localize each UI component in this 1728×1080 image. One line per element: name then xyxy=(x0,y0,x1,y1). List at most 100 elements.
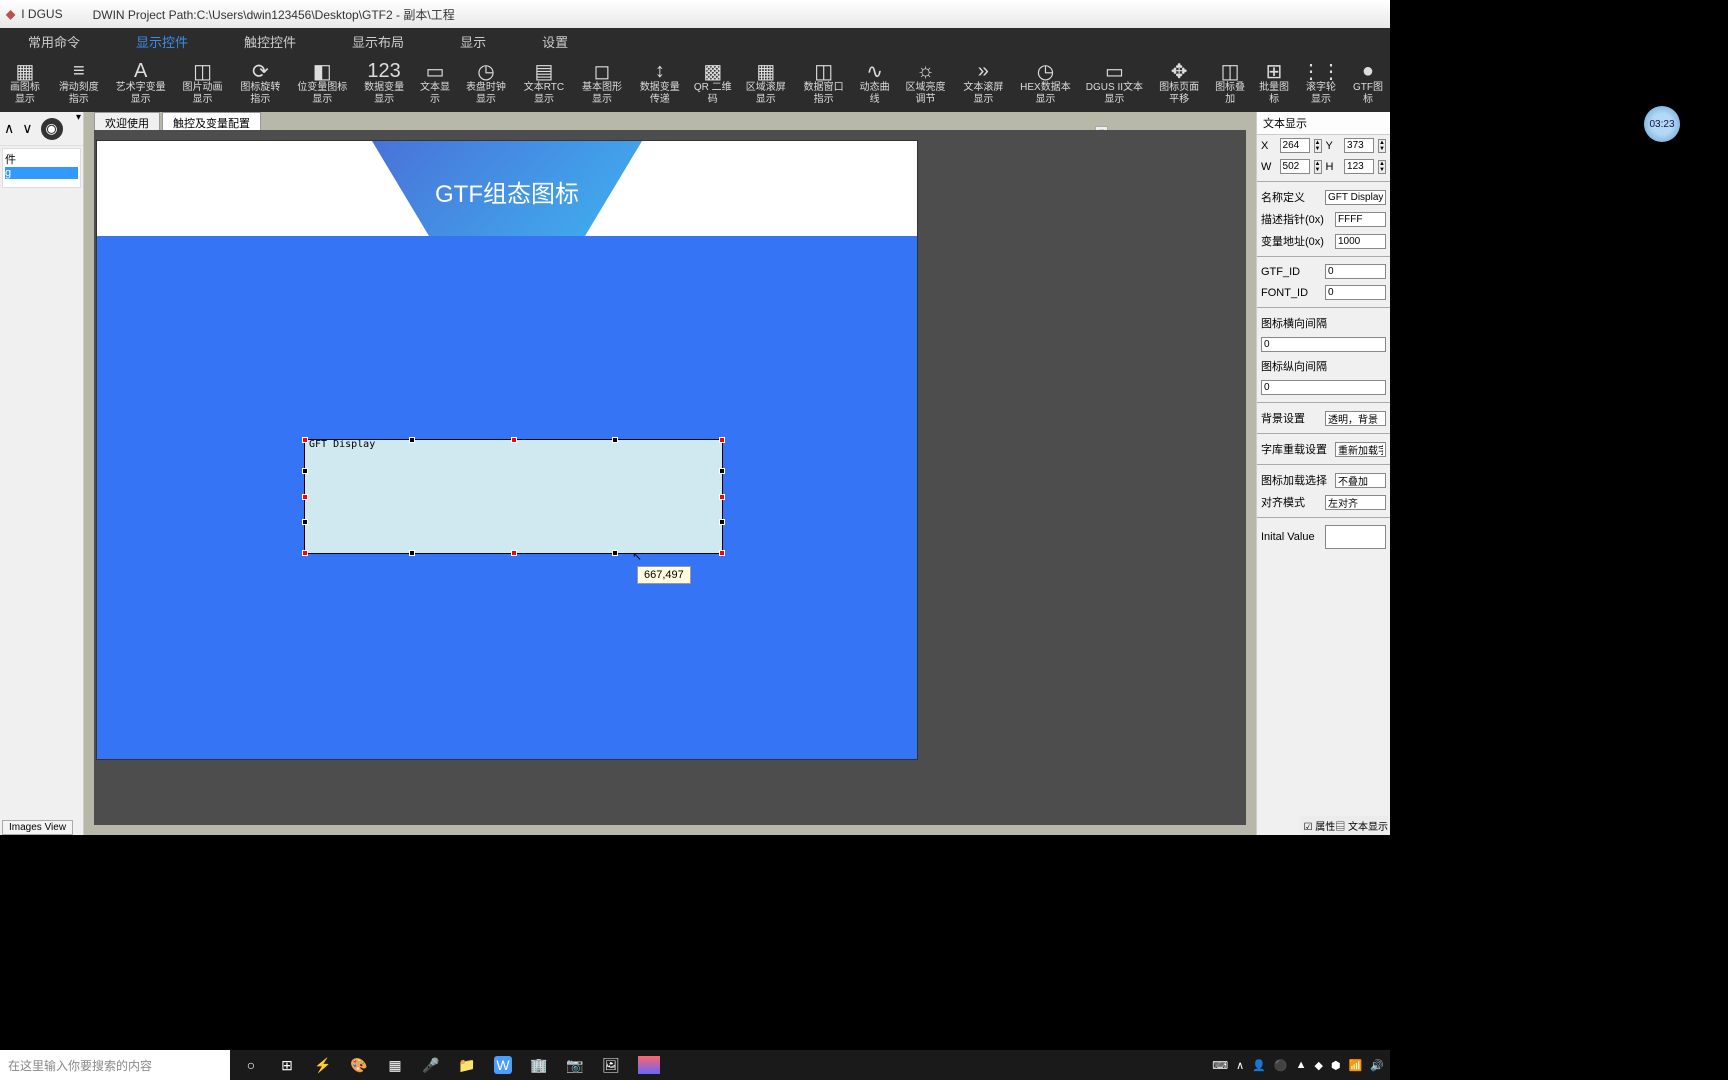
tray-app-icon[interactable]: ▲ xyxy=(1296,1059,1307,1071)
tool-data-var[interactable]: 123数据变量显示 xyxy=(355,60,413,106)
resize-handle-bm[interactable] xyxy=(511,550,517,556)
font-reload-select[interactable] xyxy=(1335,442,1386,457)
menu-common[interactable]: 常用命令 xyxy=(0,32,108,51)
tool-area-scroll[interactable]: ▦区域滚屏显示 xyxy=(737,60,795,106)
taskbar-search[interactable]: 在这里输入你要搜索的内容 xyxy=(0,1050,230,1080)
tool-bit-var[interactable]: ◧位变量图标显示 xyxy=(289,60,355,106)
tray-chevron-up-icon[interactable]: ∧ xyxy=(1236,1059,1244,1072)
gtf-id-input[interactable] xyxy=(1325,264,1386,279)
tool-text-scroll[interactable]: »文本滚屏显示 xyxy=(954,60,1012,106)
task-view-icon[interactable]: ⊞ xyxy=(278,1056,296,1074)
tool-qr-code[interactable]: ▩QR 二维码 xyxy=(689,60,737,106)
tool-data-transfer[interactable]: ↕数据变量传递 xyxy=(631,60,689,106)
visibility-icon[interactable]: ◉ xyxy=(41,118,63,140)
resize-handle[interactable] xyxy=(612,550,618,556)
y-spinner[interactable]: ▲▼ xyxy=(1378,139,1386,153)
app-icon-3[interactable]: 🎤 xyxy=(422,1056,440,1074)
h-spinner[interactable]: ▲▼ xyxy=(1378,160,1386,174)
tool-icon-overlay[interactable]: ◫图标叠加 xyxy=(1208,60,1252,106)
x-input[interactable] xyxy=(1280,138,1310,153)
tool-pic-anim[interactable]: ◫图片动画显示 xyxy=(174,60,232,106)
tool-icon-display[interactable]: ▦画图标显示 xyxy=(0,60,50,106)
canvas-viewport[interactable]: GTF组态图标 GFT Display xyxy=(94,130,1246,825)
w-spinner[interactable]: ▲▼ xyxy=(1314,160,1322,174)
tray-app-icon-3[interactable]: ⬢ xyxy=(1331,1059,1341,1072)
tool-data-window[interactable]: ◫数据窗口指示 xyxy=(795,60,853,106)
cortana-icon[interactable]: ○ xyxy=(242,1056,260,1074)
images-view-tab[interactable]: Images View xyxy=(2,820,73,835)
menu-display-widgets[interactable]: 显示控件 xyxy=(108,32,216,51)
tray-app-icon-2[interactable]: ◆ xyxy=(1315,1059,1323,1072)
tray-keyboard-icon[interactable]: ⌨ xyxy=(1212,1059,1228,1072)
menu-layout[interactable]: 显示布局 xyxy=(324,32,432,51)
icon-hgap-input[interactable] xyxy=(1261,337,1386,352)
x-spinner[interactable]: ▲▼ xyxy=(1314,139,1322,153)
tool-icon-translate[interactable]: ✥图标页面平移 xyxy=(1150,60,1208,106)
tool-text-rtc[interactable]: ▤文本RTC显示 xyxy=(515,60,573,106)
resize-handle[interactable] xyxy=(302,519,308,525)
resize-handle-mr[interactable] xyxy=(719,494,725,500)
resize-handle[interactable] xyxy=(612,437,618,443)
design-canvas[interactable]: GTF组态图标 GFT Display xyxy=(96,140,918,760)
tool-slide-scale[interactable]: ≡滑动刻度指示 xyxy=(50,60,108,106)
tool-basic-shape[interactable]: ◻基本图形显示 xyxy=(573,60,631,106)
app-icon-4[interactable]: 🏢 xyxy=(530,1056,548,1074)
resize-handle-tr[interactable] xyxy=(719,437,725,443)
tray-input-icon[interactable]: ⚫ xyxy=(1274,1059,1288,1072)
init-val-input[interactable] xyxy=(1325,525,1386,549)
desc-ptr-input[interactable] xyxy=(1335,212,1386,227)
resize-handle[interactable] xyxy=(719,519,725,525)
resize-handle[interactable] xyxy=(409,550,415,556)
menu-settings[interactable]: 设置 xyxy=(514,32,596,51)
tool-scroll-wheel[interactable]: ⋮⋮滚字轮显示 xyxy=(1296,60,1346,106)
tool-dial-clock[interactable]: ◷表盘时钟显示 xyxy=(457,60,515,106)
dgus-app-icon[interactable] xyxy=(638,1056,660,1074)
menu-view[interactable]: 显示 xyxy=(432,32,514,51)
tool-icon-rotate[interactable]: ⟳图标旋转指示 xyxy=(231,60,289,106)
resize-handle[interactable] xyxy=(302,468,308,474)
app-icon-2[interactable]: 🎨 xyxy=(350,1056,368,1074)
tool-gtf-icon[interactable]: ●GTF图标 xyxy=(1346,60,1390,106)
selected-widget[interactable]: GFT Display xyxy=(304,439,723,554)
icon-load-select[interactable] xyxy=(1335,473,1386,488)
resize-handle-ml[interactable] xyxy=(302,494,308,500)
bg-select[interactable] xyxy=(1325,411,1386,426)
resize-handle-br[interactable] xyxy=(719,550,725,556)
pin-icon[interactable]: ▾ xyxy=(76,112,81,123)
resize-handle-tm[interactable] xyxy=(511,437,517,443)
bottom-tab-text-display[interactable]: ▤ 文本显示 xyxy=(1335,818,1388,833)
wps-icon[interactable]: W xyxy=(494,1056,512,1074)
tree-item-2[interactable]: g xyxy=(5,167,78,179)
resize-handle[interactable] xyxy=(719,468,725,474)
align-select[interactable] xyxy=(1325,495,1386,510)
camera-icon[interactable]: 📷 xyxy=(566,1056,584,1074)
menu-touch-widgets[interactable]: 触控控件 xyxy=(216,32,324,51)
tray-wifi-icon[interactable]: 📶 xyxy=(1349,1059,1363,1072)
file-explorer-icon[interactable]: 📁 xyxy=(458,1056,476,1074)
tool-brightness[interactable]: ☼区域亮度调节 xyxy=(897,60,955,106)
tree-item-1[interactable]: 件 xyxy=(5,151,78,167)
tray-people-icon[interactable]: 👤 xyxy=(1252,1059,1266,1072)
resize-handle-tl[interactable] xyxy=(302,437,308,443)
bottom-tab-attr[interactable]: ☑ 属性 xyxy=(1303,818,1335,833)
image-tree[interactable]: 件 g xyxy=(2,148,81,188)
tool-art-font[interactable]: A艺术字变量显示 xyxy=(108,60,174,106)
tool-batch-icon[interactable]: ⊞批量图标 xyxy=(1252,60,1296,106)
tool-hex-display[interactable]: ◷HEX数据本显示 xyxy=(1012,60,1078,106)
app-icon-1[interactable]: ⚡ xyxy=(314,1056,332,1074)
collapse-up-icon[interactable]: ∧ xyxy=(4,120,14,137)
var-addr-input[interactable] xyxy=(1335,234,1386,249)
tool-curve[interactable]: ∿动态曲线 xyxy=(853,60,897,106)
w-input[interactable] xyxy=(1280,159,1310,174)
name-def-input[interactable] xyxy=(1325,190,1386,205)
tool-dgus2-text[interactable]: ▭DGUS II文本显示 xyxy=(1079,60,1151,106)
resize-handle[interactable] xyxy=(409,437,415,443)
tray-volume-icon[interactable]: 🔊 xyxy=(1370,1059,1384,1072)
resize-handle-bl[interactable] xyxy=(302,550,308,556)
icon-vgap-input[interactable] xyxy=(1261,380,1386,395)
tool-text-display[interactable]: ▭文本显示 xyxy=(413,60,457,106)
h-input[interactable] xyxy=(1344,159,1374,174)
photos-icon[interactable]: 🖼 xyxy=(602,1056,620,1074)
collapse-down-icon[interactable]: ∨ xyxy=(22,120,32,137)
font-id-input[interactable] xyxy=(1325,285,1386,300)
